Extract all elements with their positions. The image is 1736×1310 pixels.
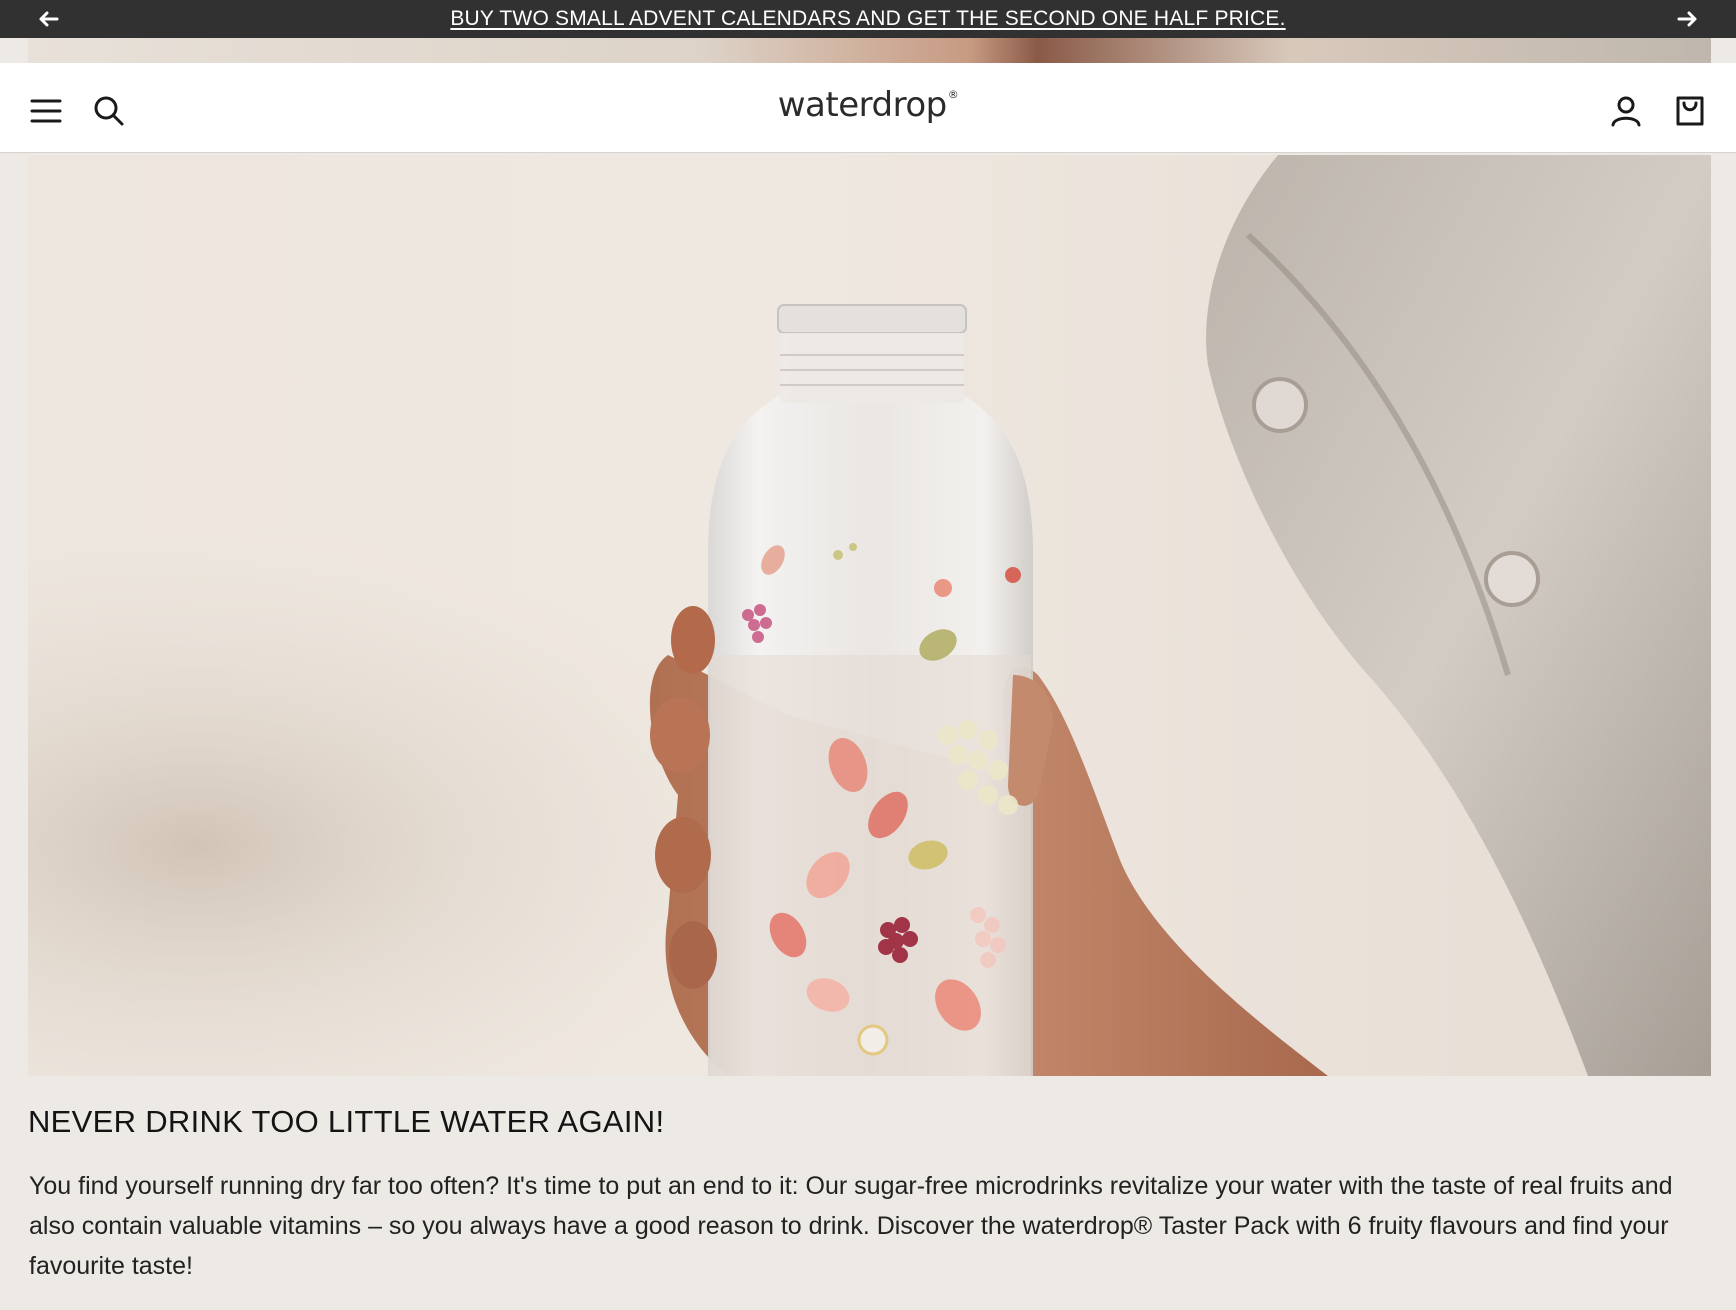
site-logo[interactable]: waterdrop®	[0, 85, 1736, 125]
arrow-right-icon[interactable]	[1676, 8, 1698, 30]
section-body-text: You find yourself running dry far too of…	[29, 1172, 1673, 1280]
logo-wordmark: waterdrop	[777, 85, 947, 125]
account-icon[interactable]	[1608, 93, 1644, 129]
cart-icon[interactable]	[1672, 93, 1708, 129]
announcement-bar: BUY TWO SMALL ADVENT CALENDARS AND GET T…	[0, 0, 1736, 38]
hero-image	[28, 155, 1711, 1076]
arrow-left-icon[interactable]	[38, 8, 60, 30]
section-headline: NEVER DRINK TOO LITTLE WATER AGAIN!	[28, 1104, 665, 1139]
announcement-link[interactable]: BUY TWO SMALL ADVENT CALENDARS AND GET T…	[450, 7, 1285, 31]
hero-image-peek	[28, 38, 1711, 63]
site-header: waterdrop®	[0, 63, 1736, 153]
logo-registered-mark: ®	[947, 87, 959, 101]
